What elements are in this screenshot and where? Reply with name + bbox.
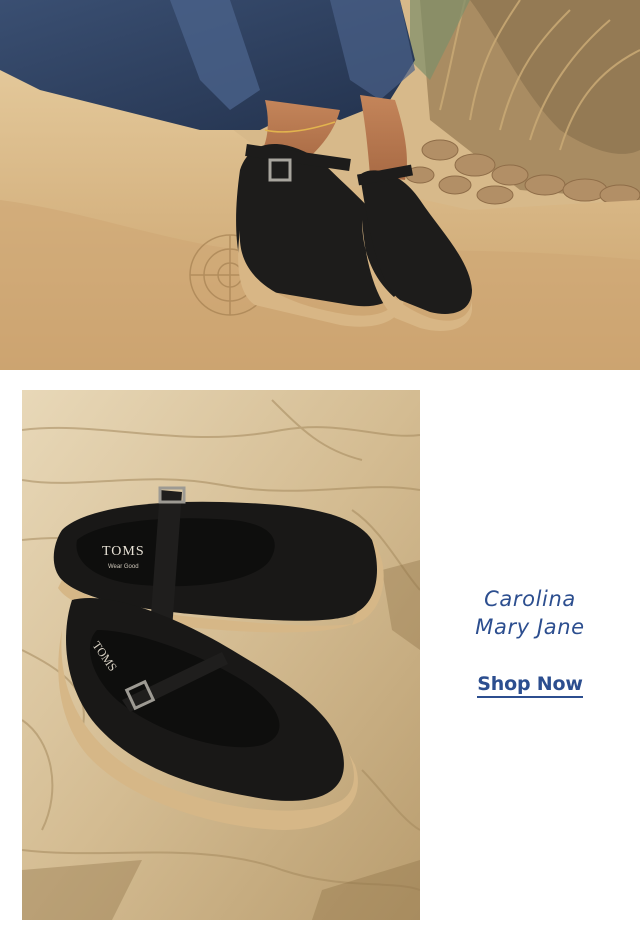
product-image[interactable]: TOMS Wear Good TOMS xyxy=(22,390,420,920)
brand-logo: TOMS xyxy=(102,544,145,559)
hero-illustration xyxy=(0,0,640,370)
brand-tagline: Wear Good xyxy=(108,564,139,570)
product-name-line2: Mary Jane xyxy=(475,615,585,639)
hero-lifestyle-image xyxy=(0,0,640,370)
product-illustration: TOMS Wear Good TOMS xyxy=(22,390,420,920)
product-name: Carolina Mary Jane xyxy=(420,585,640,641)
product-copy: Carolina Mary Jane Shop Now xyxy=(420,585,640,698)
product-name-line1: Carolina xyxy=(484,587,576,611)
shop-now-link[interactable]: Shop Now xyxy=(477,673,583,698)
